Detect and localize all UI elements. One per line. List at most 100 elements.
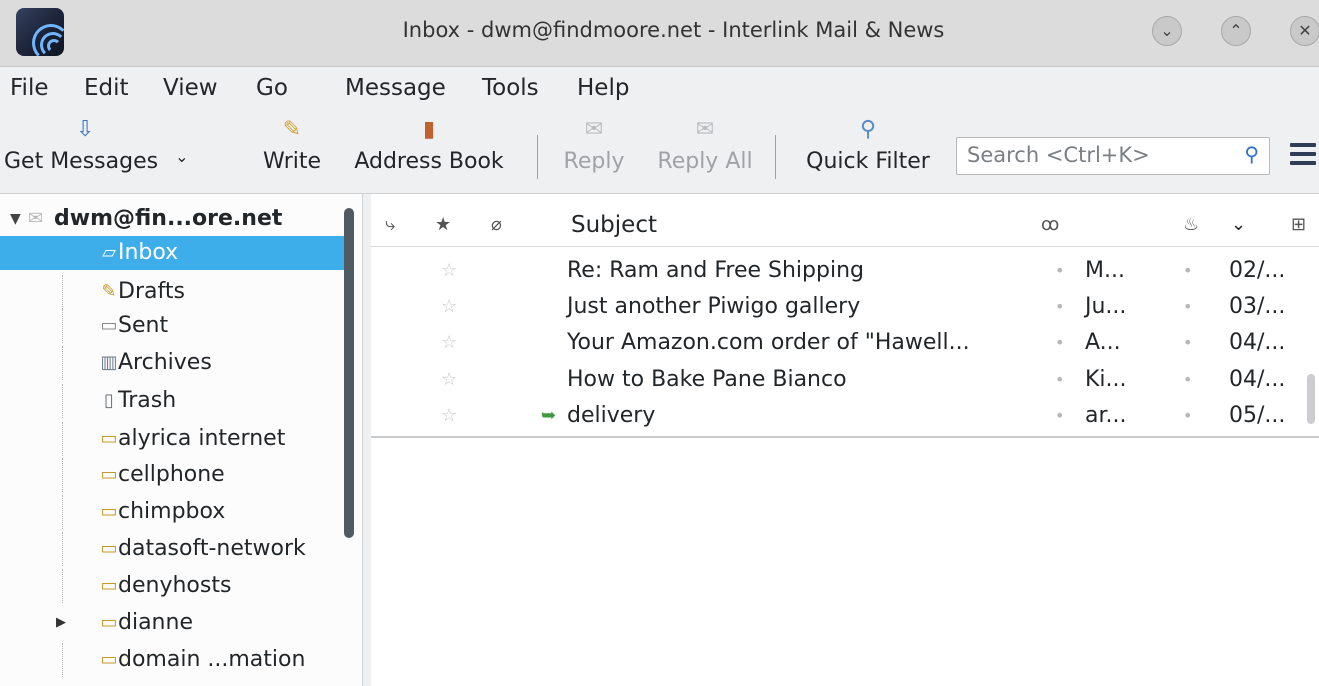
message-row[interactable]: ☆ ➥ delivery • ar... • 05/... (371, 397, 1319, 434)
thread-column-header: ⤷ ★ ⌀ Subject ꝏ ♨ ⌄ ⊞ (371, 204, 1319, 247)
star-column-icon[interactable]: ★ (435, 204, 451, 246)
folder-trash[interactable]: ▯ Trash (0, 384, 345, 418)
folder-denyhosts[interactable]: ▭ denyhosts (0, 569, 345, 603)
junk-dot-icon[interactable]: • (1183, 361, 1192, 398)
star-icon[interactable]: ☆ (441, 324, 457, 361)
read-dot-icon[interactable]: • (1055, 324, 1064, 361)
menu-view[interactable]: View (163, 75, 218, 101)
menu-help[interactable]: Help (577, 75, 629, 101)
star-icon[interactable]: ☆ (441, 397, 457, 434)
message-date: 05/... (1229, 403, 1286, 428)
folder-pane-scrollbar[interactable] (344, 208, 354, 538)
thread-pane: ⤷ ★ ⌀ Subject ꝏ ♨ ⌄ ⊞ ☆ Re: Ram and Free… (371, 194, 1319, 686)
folder-icon: ▭ (100, 575, 118, 596)
folder-label: Drafts (118, 279, 185, 304)
folder-inbox[interactable]: ▱ Inbox (0, 236, 345, 270)
folder-label: datasoft-network (118, 536, 306, 561)
folder-chimpbox[interactable]: ▭ chimpbox (0, 495, 345, 529)
search-icon[interactable]: ⚲ (1244, 142, 1259, 166)
folder-icon: ▭ (100, 464, 118, 485)
folder-datasoft-network[interactable]: ▭ datasoft-network (0, 532, 345, 566)
folder-drafts[interactable]: ✎ Drafts (0, 275, 345, 309)
folder-label: Sent (118, 313, 169, 338)
message-date: 03/... (1229, 294, 1286, 319)
write-label: Write (262, 149, 322, 174)
get-messages-button[interactable]: ⇩ Get Messages ⌄ (4, 115, 236, 189)
column-picker-icon[interactable]: ⊞ (1291, 204, 1306, 246)
read-dot-icon[interactable]: • (1055, 397, 1064, 434)
message-date: 04/... (1229, 330, 1286, 355)
folder-dianne[interactable]: ▶ ▭ dianne (0, 606, 345, 640)
star-icon[interactable]: ☆ (441, 288, 457, 325)
expand-triangle-icon[interactable]: ▼ (10, 202, 21, 236)
message-row[interactable]: ☆ Your Amazon.com order of "Hawell... • … (371, 324, 1319, 361)
folder-archives[interactable]: ▥ Archives (0, 346, 345, 380)
folder-pane: ▼ ✉ dwm@fin...ore.net ▱ Inbox ✎ Drafts ▭… (0, 194, 363, 686)
read-dot-icon[interactable]: • (1055, 252, 1064, 289)
search-input[interactable]: Search <Ctrl+K> ⚲ (956, 137, 1270, 175)
maximize-button[interactable]: ⌃ (1221, 16, 1251, 46)
quick-filter-button[interactable]: ⚲ Quick Filter (794, 115, 942, 189)
read-dot-icon[interactable]: • (1055, 288, 1064, 325)
folder-label: Trash (118, 388, 177, 413)
sort-chevron-down-icon[interactable]: ⌄ (1231, 204, 1246, 246)
star-icon[interactable]: ☆ (441, 361, 457, 398)
reply-label: Reply (563, 149, 625, 174)
folder-label: Archives (118, 350, 212, 375)
junk-dot-icon[interactable]: • (1183, 324, 1192, 361)
folder-alyrica-internet[interactable]: ▭ alyrica internet (0, 422, 345, 456)
menu-go[interactable]: Go (256, 75, 288, 101)
address-book-button[interactable]: ▮ Address Book (337, 115, 521, 189)
read-status-column-icon[interactable]: ꝏ (1041, 204, 1059, 246)
read-dot-icon[interactable]: • (1055, 361, 1064, 398)
junk-dot-icon[interactable]: • (1183, 288, 1192, 325)
message-from: Ki... (1085, 367, 1127, 392)
minimize-button[interactable]: ⌄ (1152, 16, 1182, 46)
folder-label: denyhosts (118, 573, 232, 598)
subject-column-header[interactable]: Subject (571, 204, 657, 246)
star-icon[interactable]: ☆ (441, 252, 457, 289)
junk-dot-icon[interactable]: • (1183, 397, 1192, 434)
mail-icon: ✉ (28, 208, 44, 229)
junk-dot-icon[interactable]: • (1183, 252, 1192, 289)
folder-icon: ▭ (100, 538, 118, 559)
reply-all-button[interactable]: ✉ Reply All (646, 115, 764, 189)
expand-triangle-icon[interactable]: ▶ (56, 606, 66, 640)
message-from: A... (1085, 330, 1121, 355)
attachment-column-icon[interactable]: ⌀ (491, 204, 502, 246)
menu-message[interactable]: Message (345, 75, 446, 101)
folder-label: chimpbox (118, 499, 226, 524)
menu-file[interactable]: File (10, 75, 49, 101)
reply-button[interactable]: ✉ Reply (556, 115, 632, 189)
folder-sent[interactable]: ▭ Sent (0, 309, 345, 343)
folder-icon: ▭ (100, 649, 118, 670)
title-bar: Inbox - dwm@findmoore.net - Interlink Ma… (0, 0, 1319, 67)
menu-bar: File Edit View Go Message Tools Help (0, 67, 1319, 113)
folder-domain-mation[interactable]: ▭ domain ...mation (0, 643, 345, 677)
hamburger-menu-icon[interactable] (1290, 143, 1316, 170)
write-button[interactable]: ✎ Write (254, 115, 330, 189)
folder-icon: ▭ (100, 501, 118, 522)
account-row[interactable]: ▼ ✉ dwm@fin...ore.net (0, 202, 345, 236)
menu-edit[interactable]: Edit (84, 75, 129, 101)
thread-column-icon[interactable]: ⤷ (385, 204, 395, 246)
folder-icon: ▭ (100, 428, 118, 449)
account-name: dwm@fin...ore.net (54, 206, 283, 231)
message-list-scrollbar[interactable] (1307, 374, 1315, 424)
chevron-down-icon[interactable]: ⌄ (175, 147, 188, 166)
message-row[interactable]: ☆ How to Bake Pane Bianco • Ki... • 04/.… (371, 361, 1319, 398)
close-button[interactable]: ✕ (1290, 16, 1319, 46)
folder-label: alyrica internet (118, 426, 286, 451)
message-row[interactable]: ☆ Re: Ram and Free Shipping • M... • 02/… (371, 252, 1319, 289)
reply-all-icon: ✉ (695, 117, 715, 142)
message-row[interactable]: ☆ Just another Piwigo gallery • Ju... • … (371, 288, 1319, 325)
junk-column-icon[interactable]: ♨ (1183, 204, 1199, 246)
message-subject: Re: Ram and Free Shipping (567, 258, 864, 283)
folder-label: Inbox (118, 240, 179, 265)
folder-cellphone[interactable]: ▭ cellphone (0, 458, 345, 492)
window-title: Inbox - dwm@findmoore.net - Interlink Ma… (402, 18, 945, 42)
magnifier-icon: ⚲ (859, 117, 877, 142)
menu-tools[interactable]: Tools (482, 75, 539, 101)
toolbar-separator (775, 135, 776, 179)
toolbar: ⇩ Get Messages ⌄ ✎ Write ▮ Address Book … (0, 113, 1319, 194)
